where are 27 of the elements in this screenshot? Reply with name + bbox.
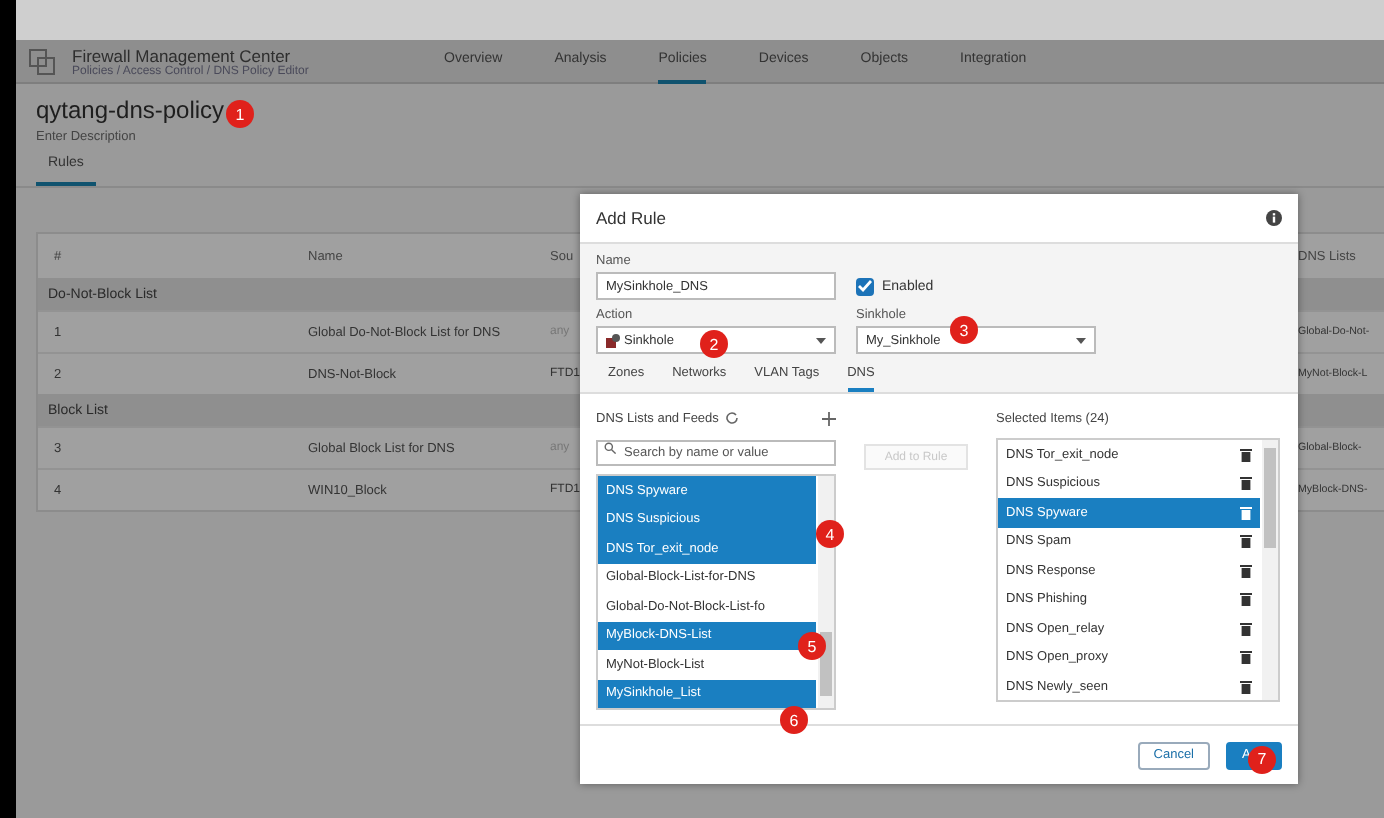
dialog-title: Add Rule [596,208,666,228]
trash-icon[interactable] [1240,447,1252,462]
number-marker: 6 [780,706,808,734]
trash-icon[interactable] [1240,650,1252,665]
trash-icon[interactable] [1240,592,1252,607]
product-title: Firewall Management Center [72,45,291,65]
search-icon [604,442,616,454]
caret-icon [816,337,826,343]
policy-title: qytang-dns-policy [36,96,225,124]
scrollbar[interactable] [1262,440,1278,700]
trash-icon[interactable] [1240,563,1252,578]
trash-icon[interactable] [1240,621,1252,636]
number-marker: 7 [1248,745,1276,773]
help-icon[interactable] [1266,210,1282,226]
trash-icon[interactable] [1240,534,1252,549]
number-marker: 2 [700,330,728,358]
trash-icon[interactable] [1240,679,1252,694]
logo-icon [28,47,56,75]
sinkhole-icon [606,333,620,347]
number-marker: 3 [950,316,978,344]
number-marker: 4 [816,520,844,548]
caret-icon [1076,337,1086,343]
trash-icon[interactable] [1240,476,1252,491]
plus-icon[interactable] [822,411,836,425]
number-marker: 1 [226,100,254,128]
enabled-checkbox[interactable] [856,277,874,295]
refresh-icon[interactable] [726,412,739,424]
